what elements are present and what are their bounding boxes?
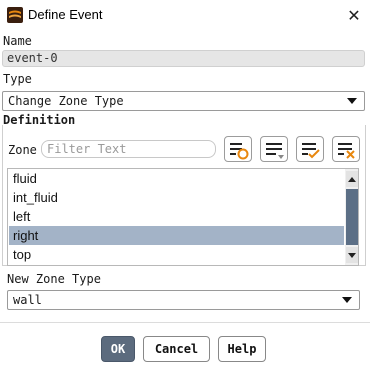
list-options-button[interactable] (260, 136, 288, 162)
scroll-down-button[interactable] (346, 247, 358, 263)
list-item-int-fluid[interactable]: int_fluid (9, 188, 344, 207)
cancel-button[interactable]: Cancel (143, 336, 210, 362)
type-selected-value: Change Zone Type (8, 94, 124, 108)
list-item-right[interactable]: right (9, 226, 344, 245)
help-button[interactable]: Help (218, 336, 266, 362)
zone-list[interactable]: fluid int_fluid left right top (7, 168, 359, 266)
name-label: Name (3, 34, 32, 48)
list-item-top[interactable]: top (9, 245, 344, 264)
type-label: Type (3, 72, 32, 86)
select-all-zones-button[interactable] (224, 136, 252, 162)
list-item-left[interactable]: left (9, 207, 344, 226)
select-all-zones-icon (230, 143, 249, 160)
select-all-check-button[interactable] (296, 136, 324, 162)
name-field: event-0 (2, 50, 365, 67)
list-scrollbar[interactable] (345, 169, 358, 265)
deselect-all-icon (338, 143, 355, 159)
new-zone-type-label: New Zone Type (7, 272, 101, 286)
app-logo-icon (7, 7, 23, 23)
close-icon[interactable]: ✕ (342, 3, 366, 27)
ok-button[interactable]: OK (101, 336, 135, 362)
arrow-up-icon (348, 176, 356, 182)
deselect-all-button[interactable] (332, 136, 360, 162)
separator (0, 322, 370, 323)
type-dropdown[interactable]: Change Zone Type (2, 91, 365, 111)
list-options-icon (266, 143, 284, 159)
zone-filter-input[interactable] (41, 140, 216, 158)
window-title: Define Event (28, 7, 103, 22)
scroll-thumb[interactable] (346, 189, 358, 245)
list-item-fluid[interactable]: fluid (9, 169, 344, 188)
select-all-check-icon (302, 143, 320, 159)
new-zone-type-dropdown[interactable]: wall (7, 290, 360, 310)
arrow-down-icon (348, 252, 356, 258)
chevron-down-icon (347, 98, 357, 104)
zone-label: Zone (8, 143, 37, 157)
chevron-down-icon (342, 297, 352, 303)
new-zone-type-selected-value: wall (13, 293, 42, 307)
scroll-up-button[interactable] (346, 171, 358, 187)
